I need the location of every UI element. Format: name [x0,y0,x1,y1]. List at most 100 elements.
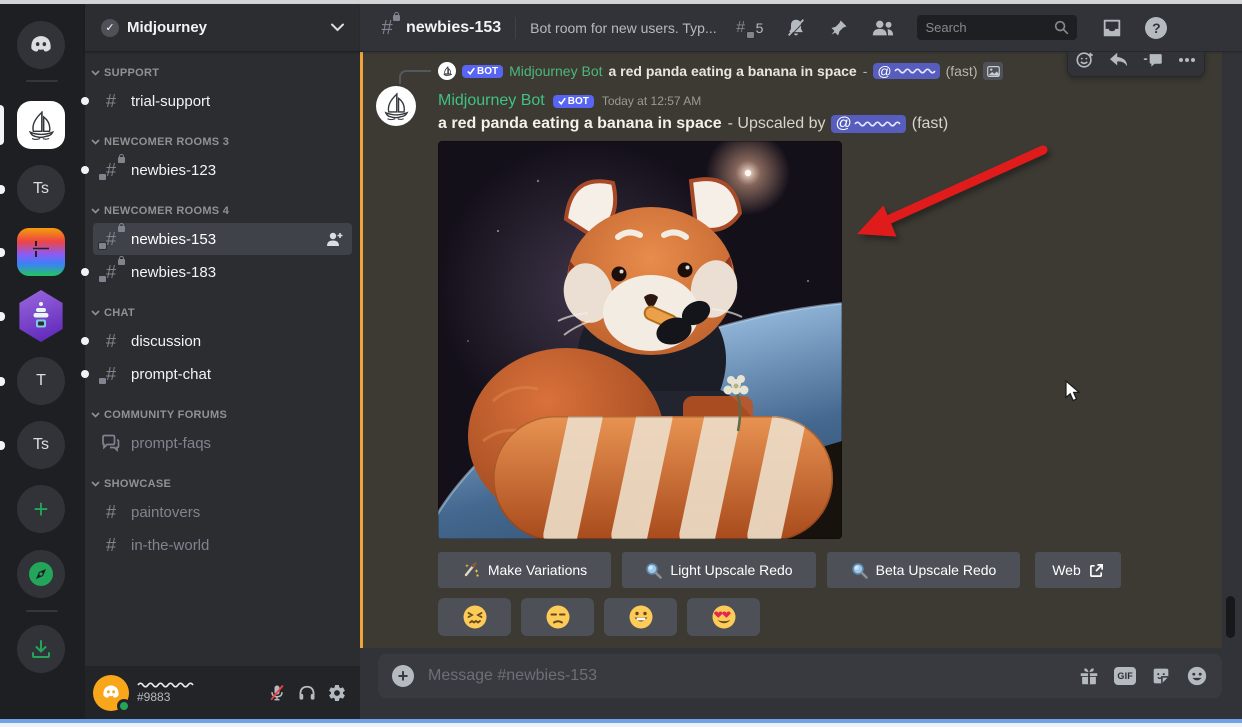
gift-button[interactable] [1078,665,1100,687]
channel-sidebar: ✓ Midjourney SUPPORT #trial-support NEWC… [85,4,360,719]
server-ts-2[interactable]: Ts [17,421,65,469]
channel-paintovers[interactable]: #paintovers [93,496,352,528]
invite-member-icon[interactable] [326,231,344,247]
discord-logo-icon [27,34,55,56]
generated-image[interactable] [438,141,842,539]
section-header[interactable]: COMMUNITY FORUMS [85,404,360,426]
make-variations-button[interactable]: Make Variations [438,552,611,588]
bot-avatar[interactable] [376,86,416,126]
hash-icon: # [101,91,121,111]
deafen-headphones-button[interactable] [292,678,322,708]
unread-indicator [0,312,5,321]
add-server-button[interactable]: + [17,485,65,533]
channel-prompt-faqs[interactable]: prompt-faqs [93,427,352,459]
gif-icon: GIF [1114,667,1136,685]
external-link-icon [1089,563,1104,578]
reaction-confounded[interactable] [438,598,511,636]
server-ts-1[interactable]: Ts [17,165,65,213]
hash-icon: # [101,535,121,555]
explore-servers-button[interactable] [17,550,65,598]
channel-newbies-153[interactable]: #newbies-153 [93,223,352,255]
magnifier-icon [645,562,662,579]
server-rail: Ts T Ts + [0,4,85,719]
mention-pill[interactable]: @ [873,63,939,79]
magic-wand-icon [462,561,480,579]
home-button[interactable] [17,21,65,69]
reaction-unamused[interactable] [521,598,594,636]
user-avatar[interactable] [93,675,129,711]
help-button[interactable]: ? [1145,17,1167,39]
search-input[interactable]: Search [917,15,1077,40]
chevron-icon [91,412,100,418]
member-list-button[interactable] [871,18,895,38]
add-reaction-button[interactable] [1068,52,1102,76]
section-showcase: SHOWCASE #paintovers #in-the-world [85,473,360,561]
redacted-username-scribble [854,120,902,128]
hash-icon: # [101,502,121,522]
channel-in-the-world[interactable]: #in-the-world [93,529,352,561]
settings-gear-button[interactable] [322,678,352,708]
reply-reference[interactable]: BOT Midjourney Bot a red panda eating a … [438,61,1003,81]
message-composer[interactable]: + Message #newbies-153 GIF [378,654,1222,698]
section-header[interactable]: NEWCOMER ROOMS 3 [85,131,360,153]
inbox-button[interactable] [1101,17,1123,39]
server-cake[interactable] [17,290,65,342]
message-input[interactable]: Message #newbies-153 [428,667,1064,685]
channel-newbies-123[interactable]: #newbies-123 [93,154,352,186]
reaction-grinning[interactable] [604,598,677,636]
notifications-muted-button[interactable] [785,17,807,39]
section-header[interactable]: NEWCOMER ROOMS 4 [85,200,360,222]
gif-picker-button[interactable]: GIF [1114,667,1136,685]
magnifier-icon [851,562,868,579]
section-chat: CHAT #discussion #prompt-chat [85,302,360,390]
scrollbar-track[interactable] [1222,52,1242,648]
channel-list: SUPPORT #trial-support NEWCOMER ROOMS 3 … [85,52,360,561]
mention-pill[interactable]: @ [831,115,905,133]
server-header[interactable]: ✓ Midjourney [85,4,360,52]
message-hover-toolbar [1067,52,1205,77]
server-fridge[interactable] [17,228,65,276]
web-button[interactable]: Web [1035,552,1121,588]
author-name[interactable]: Midjourney Bot [438,92,545,110]
beta-upscale-redo-button[interactable]: Beta Upscale Redo [827,552,1020,588]
bot-badge: BOT [462,65,503,78]
server-midjourney[interactable] [17,101,65,149]
timestamp: Today at 12:57 AM [602,94,701,108]
reply-button[interactable] [1102,52,1136,76]
light-upscale-redo-button[interactable]: Light Upscale Redo [622,552,816,588]
plus-icon: + [33,494,48,525]
server-t[interactable]: T [17,357,65,405]
attach-plus-button[interactable]: + [392,665,414,687]
more-options-button[interactable] [1170,52,1204,76]
grinning-face-emoji [628,604,654,630]
channel-topic[interactable]: Bot room for new users. Typ... [530,20,716,36]
chevron-icon [91,139,100,145]
discord-window: Ts T Ts + ✓ Midjourney SUPPORT [0,0,1242,727]
section-header[interactable]: CHAT [85,302,360,324]
threads-button[interactable]: # 5 [731,18,764,38]
channel-prompt-chat[interactable]: #prompt-chat [93,358,352,390]
chat-column: # newbies-153 Bot room for new users. Ty… [360,4,1242,719]
divider [515,17,516,39]
reaction-heart-eyes[interactable] [687,598,760,636]
pinned-messages-button[interactable] [829,18,849,38]
channel-discussion[interactable]: #discussion [93,325,352,357]
image-attachment-icon [983,62,1003,80]
message-header: Midjourney Bot BOT Today at 12:57 AM [438,90,701,112]
channel-newbies-183[interactable]: #newbies-183 [93,256,352,288]
channel-topbar: # newbies-153 Bot room for new users. Ty… [360,4,1242,52]
section-header[interactable]: SHOWCASE [85,473,360,495]
download-apps-button[interactable] [17,625,65,673]
microphone-muted-button[interactable] [262,678,292,708]
unread-dot [81,166,89,174]
hash-lock-bubble-icon: # [101,229,121,249]
channel-trial-support[interactable]: #trial-support [93,85,352,117]
emoji-picker-button[interactable] [1186,665,1208,687]
sticker-button[interactable] [1150,665,1172,687]
section-header[interactable]: SUPPORT [85,62,360,84]
user-info[interactable]: #9883 [137,681,195,704]
hash-icon: # [101,331,121,351]
scrollbar-thumb[interactable] [1226,596,1235,638]
reply-text: a red panda eating a banana in space [609,63,857,79]
create-thread-button[interactable] [1136,52,1170,76]
